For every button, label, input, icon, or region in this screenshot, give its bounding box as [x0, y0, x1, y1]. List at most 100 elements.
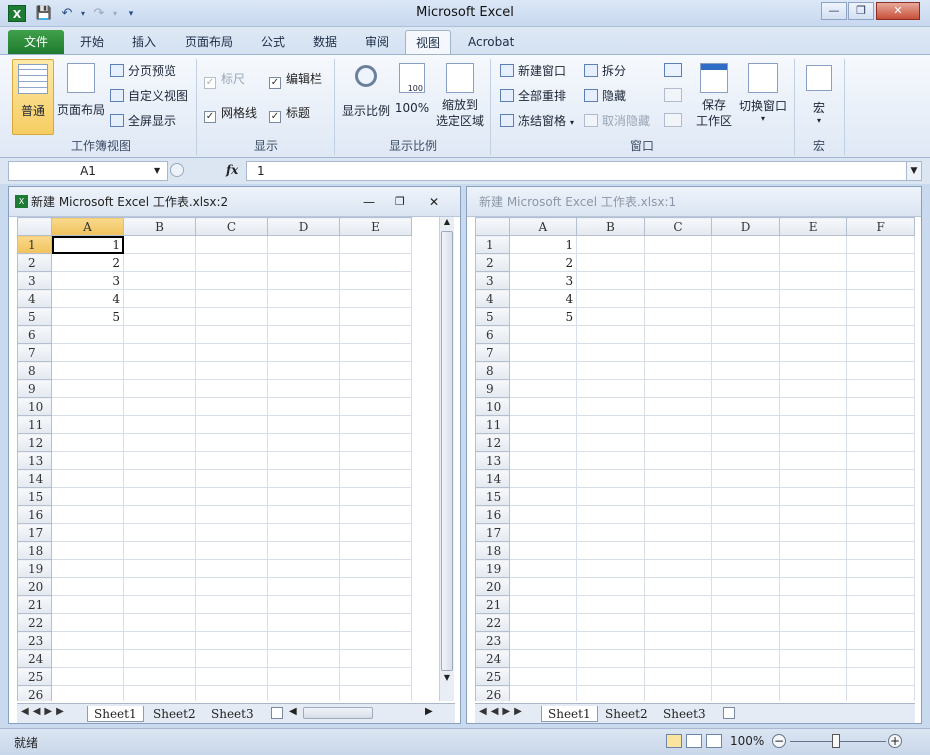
cell[interactable] [267, 379, 340, 398]
row-header[interactable]: 17 [17, 523, 52, 542]
cell[interactable] [267, 505, 340, 524]
cell[interactable] [711, 649, 780, 668]
cell[interactable] [643, 613, 713, 632]
zoom-slider-thumb[interactable] [832, 734, 840, 748]
cell[interactable] [846, 361, 915, 380]
cell[interactable] [339, 325, 412, 344]
cell[interactable] [711, 667, 780, 686]
cell[interactable] [123, 325, 196, 344]
row-header[interactable]: 13 [17, 451, 52, 470]
cell[interactable]: 2 [508, 253, 578, 272]
zoom-button[interactable]: 显示比例 [340, 59, 392, 135]
cell[interactable] [778, 289, 848, 308]
page-layout-status-icon[interactable] [686, 734, 702, 748]
cell[interactable] [51, 433, 124, 452]
column-header[interactable]: D [711, 217, 780, 236]
cell[interactable] [576, 361, 645, 380]
row-header[interactable]: 7 [17, 343, 52, 362]
cell[interactable] [711, 415, 780, 434]
row-header[interactable]: 1 [475, 235, 510, 254]
custom-views-button[interactable]: 自定义视图 [110, 86, 188, 106]
cell[interactable] [195, 577, 268, 596]
cell[interactable] [778, 433, 848, 452]
cell[interactable] [643, 325, 713, 344]
cell[interactable] [339, 433, 412, 452]
cell[interactable] [576, 487, 645, 506]
cell[interactable] [711, 253, 780, 272]
cell[interactable] [576, 685, 645, 701]
row-header[interactable]: 25 [17, 667, 52, 686]
column-header[interactable]: F [846, 217, 915, 236]
cell[interactable] [576, 325, 645, 344]
cell[interactable] [576, 523, 645, 542]
tab-insert[interactable]: 插入 [122, 30, 166, 55]
sheet-tab[interactable]: Sheet2 [599, 706, 654, 722]
cell[interactable] [711, 541, 780, 560]
arrange-all-button[interactable]: 全部重排 [500, 86, 566, 106]
cell[interactable] [267, 577, 340, 596]
cell[interactable] [195, 451, 268, 470]
cell[interactable] [778, 235, 848, 254]
cell[interactable]: 4 [51, 289, 124, 308]
cell[interactable] [123, 631, 196, 650]
cell[interactable] [846, 595, 915, 614]
cell[interactable] [339, 289, 412, 308]
row-header[interactable]: 18 [17, 541, 52, 560]
cell[interactable] [195, 523, 268, 542]
cell[interactable]: 4 [508, 289, 578, 308]
cell[interactable] [508, 541, 578, 560]
row-header[interactable]: 19 [475, 559, 510, 578]
sheet-tab[interactable]: Sheet3 [205, 706, 260, 722]
cell[interactable] [195, 361, 268, 380]
cell[interactable] [778, 595, 848, 614]
cell[interactable] [508, 595, 578, 614]
cell[interactable] [123, 667, 196, 686]
cell[interactable] [643, 415, 713, 434]
cell[interactable] [267, 667, 340, 686]
row-header[interactable]: 8 [17, 361, 52, 380]
cell[interactable] [846, 505, 915, 524]
cell[interactable] [195, 505, 268, 524]
cell[interactable] [846, 685, 915, 701]
cell[interactable] [339, 577, 412, 596]
cell[interactable]: 3 [508, 271, 578, 290]
row-header[interactable]: 16 [17, 505, 52, 524]
cell[interactable] [339, 343, 412, 362]
cell[interactable] [643, 271, 713, 290]
cell[interactable] [267, 361, 340, 380]
cell[interactable] [508, 631, 578, 650]
cell[interactable] [339, 487, 412, 506]
normal-view-status-icon[interactable] [666, 734, 682, 748]
select-all-corner[interactable] [475, 217, 510, 236]
sheet-nav-arrows-icon[interactable]: ◀◀▶▶ [479, 706, 526, 717]
scroll-up-icon[interactable]: ▲ [440, 217, 454, 229]
formula-bar-resize-handle[interactable] [170, 163, 184, 177]
cell[interactable] [267, 289, 340, 308]
cell[interactable] [123, 361, 196, 380]
cell[interactable] [846, 631, 915, 650]
cell[interactable] [508, 433, 578, 452]
cell[interactable] [846, 253, 915, 272]
horizontal-scroll-thumb[interactable] [303, 707, 373, 719]
insert-function-icon[interactable]: fx [226, 163, 238, 177]
cell[interactable] [339, 271, 412, 290]
tab-page-layout[interactable]: 页面布局 [175, 30, 243, 55]
cell[interactable] [576, 415, 645, 434]
cell[interactable] [846, 415, 915, 434]
cell[interactable] [846, 343, 915, 362]
cell[interactable] [846, 559, 915, 578]
cell[interactable] [508, 397, 578, 416]
cell[interactable] [778, 487, 848, 506]
row-header[interactable]: 26 [17, 685, 52, 701]
row-header[interactable]: 15 [475, 487, 510, 506]
cell[interactable] [123, 487, 196, 506]
sheet-grid[interactable]: A B C D E 1 1 2 2 3 3 4 4 5 5 6 7 8 9 10 11 12 13 14 15 16 17 18 19 2… [17, 217, 412, 701]
cell[interactable]: 5 [51, 307, 124, 326]
page-break-preview-button[interactable]: 分页预览 [110, 61, 176, 81]
workbook-close-button[interactable]: ✕ [429, 187, 439, 217]
row-header[interactable]: 4 [475, 289, 510, 308]
cell[interactable] [339, 415, 412, 434]
row-header[interactable]: 12 [17, 433, 52, 452]
cell[interactable] [711, 361, 780, 380]
cell[interactable] [576, 469, 645, 488]
